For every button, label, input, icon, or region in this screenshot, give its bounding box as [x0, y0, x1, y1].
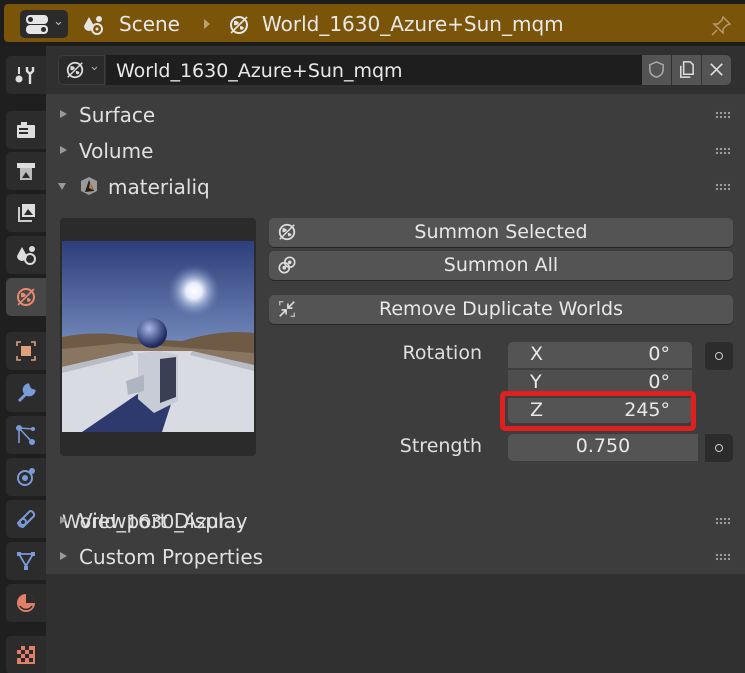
- rotation-keyframe-button[interactable]: [705, 342, 733, 370]
- browse-world-button[interactable]: ⌄: [58, 55, 105, 85]
- panels-area: Surface Volume materialiq World_1630_Azu…: [46, 94, 745, 574]
- axis-value: 0°: [648, 343, 670, 365]
- summon-selected-button[interactable]: Summon Selected: [269, 218, 733, 247]
- tab-physics[interactable]: [6, 458, 46, 496]
- world-preview-tile[interactable]: [60, 218, 256, 456]
- tab-object[interactable]: [6, 332, 46, 370]
- drag-handle-icon[interactable]: [715, 553, 731, 561]
- panel-title: Volume: [79, 139, 154, 163]
- shield-icon: [649, 61, 664, 78]
- strength-field[interactable]: 0.750: [508, 434, 698, 461]
- materialiq-logo-icon: [81, 177, 97, 195]
- properties-tabs-sidebar: [0, 46, 46, 673]
- strength-label: Strength: [399, 435, 482, 457]
- panel-surface[interactable]: Surface: [46, 96, 745, 132]
- panel-materialiq[interactable]: materialiq: [46, 168, 745, 204]
- panel-title: materialiq: [108, 175, 210, 199]
- linked-worlds-icon: [278, 256, 296, 274]
- breadcrumb-world[interactable]: World_1630_Azure+Sun_mqm: [262, 12, 564, 36]
- collapse-arrow-icon: [58, 183, 66, 190]
- breadcrumb-separator: [204, 19, 210, 29]
- panel-viewport-display[interactable]: Viewport Display: [46, 502, 745, 538]
- summon-all-button[interactable]: Summon All: [269, 251, 733, 280]
- editor-type-button[interactable]: ⌄: [20, 10, 68, 38]
- tab-modifiers[interactable]: [6, 374, 46, 412]
- material-icon: [17, 594, 35, 612]
- scene-icon: [17, 246, 36, 265]
- texture-icon: [17, 646, 35, 664]
- summon-all-label: Summon All: [443, 254, 559, 276]
- tab-view-layer[interactable]: [6, 194, 46, 232]
- tab-material[interactable]: [6, 584, 46, 622]
- properties-editor-icon-part: [26, 25, 48, 34]
- axis-label: Y: [530, 371, 542, 393]
- wrench-icon: [17, 383, 36, 403]
- tab-data[interactable]: [6, 542, 46, 580]
- chevron-down-icon: ⌄: [89, 59, 100, 74]
- close-icon: [710, 63, 723, 76]
- expand-arrow-icon: [60, 552, 67, 560]
- expand-arrow-icon: [60, 516, 67, 524]
- world-icon: [230, 16, 248, 34]
- remove-duplicate-worlds-button[interactable]: Remove Duplicate Worlds: [269, 295, 733, 324]
- object-icon: [16, 341, 36, 361]
- rotation-x-field[interactable]: X 0°: [508, 342, 692, 368]
- panel-title: Custom Properties: [79, 545, 264, 569]
- collapse-arrows-icon: [279, 301, 295, 317]
- drag-handle-icon[interactable]: [715, 183, 731, 191]
- panel-volume[interactable]: Volume: [46, 132, 745, 168]
- annotation-highlight-box: [500, 391, 696, 431]
- view-layer-icon: [18, 204, 35, 222]
- world-preview-image: [62, 241, 254, 432]
- world-icon: [66, 61, 84, 79]
- header-bar: ⌄ Scene World_1630_Azure+Sun_mqm: [4, 4, 745, 42]
- unlink-world-button[interactable]: [702, 55, 731, 85]
- render-icon: [17, 122, 35, 138]
- chevron-down-icon: ⌄: [53, 14, 64, 29]
- physics-icon: [17, 468, 35, 486]
- tab-constraints[interactable]: [6, 500, 46, 538]
- expand-arrow-icon: [60, 146, 67, 154]
- duplicate-world-button[interactable]: [672, 55, 701, 85]
- expand-arrow-icon: [60, 110, 67, 118]
- scene-icon: [84, 16, 103, 35]
- properties-main: ⌄ Surface Volume: [46, 46, 745, 673]
- panel-custom-properties[interactable]: Custom Properties: [46, 538, 745, 574]
- drag-handle-icon[interactable]: [715, 517, 731, 525]
- tab-world[interactable]: [6, 278, 46, 316]
- tab-scene[interactable]: [6, 236, 46, 274]
- tab-texture[interactable]: [6, 636, 46, 673]
- tab-output[interactable]: [6, 152, 46, 190]
- properties-header: ⌄ Scene World_1630_Azure+Sun_mqm: [0, 0, 745, 46]
- drag-handle-icon[interactable]: [715, 147, 731, 155]
- axis-label: X: [530, 343, 544, 365]
- world-datablock-selector: ⌄: [58, 55, 734, 85]
- fake-user-button[interactable]: [642, 55, 671, 85]
- panel-title: Surface: [79, 103, 156, 127]
- world-icon: [278, 223, 296, 241]
- particles-icon: [16, 425, 35, 445]
- panel-title: Viewport Display: [79, 509, 248, 533]
- pin-icon[interactable]: [710, 15, 732, 37]
- rotation-label: Rotation: [402, 342, 482, 364]
- tab-tool[interactable]: [6, 56, 46, 94]
- strength-value: 0.750: [575, 435, 631, 457]
- strength-keyframe-button[interactable]: [705, 434, 733, 462]
- breadcrumb-scene[interactable]: Scene: [119, 12, 180, 36]
- tool-icon: [15, 67, 35, 84]
- tab-render[interactable]: [6, 111, 46, 149]
- drag-handle-icon[interactable]: [715, 111, 731, 119]
- world-name-field[interactable]: [106, 55, 642, 85]
- axis-value: 0°: [648, 371, 670, 393]
- constraints-icon: [16, 510, 36, 528]
- tab-particles[interactable]: [6, 416, 46, 454]
- data-icon: [17, 552, 35, 570]
- world-icon: [17, 288, 35, 306]
- duplicate-icon: [680, 61, 694, 78]
- remove-duplicate-worlds-label: Remove Duplicate Worlds: [378, 298, 624, 320]
- output-icon: [17, 163, 35, 180]
- summon-selected-label: Summon Selected: [414, 221, 588, 243]
- properties-editor-icon: [26, 15, 48, 24]
